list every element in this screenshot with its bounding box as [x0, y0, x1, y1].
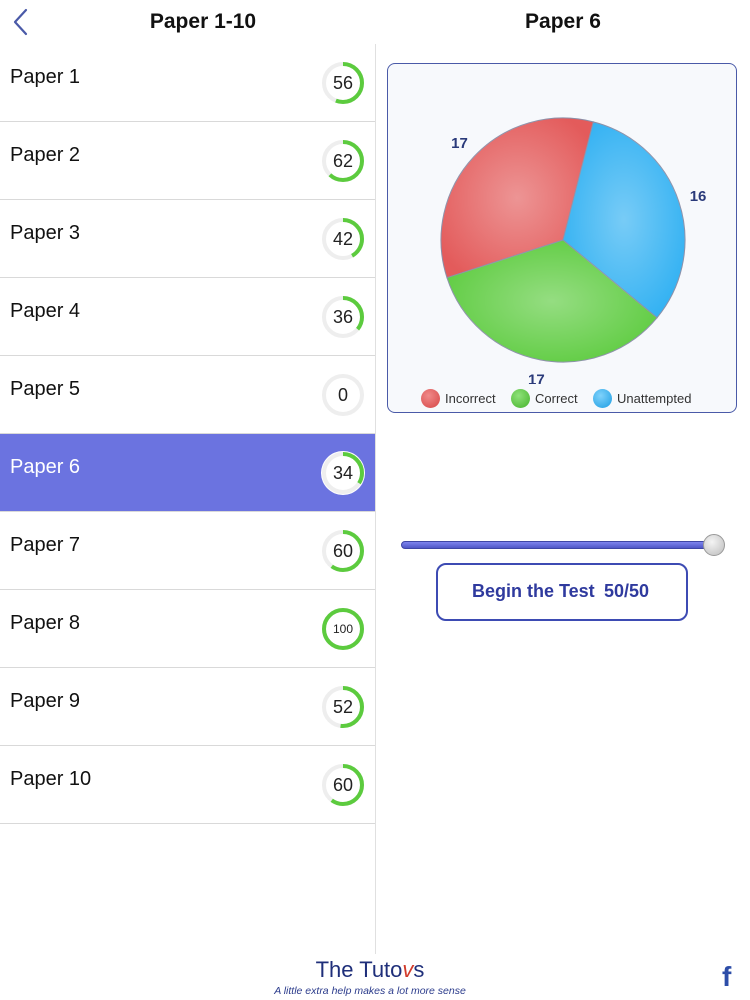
legend-swatch-unattempted — [593, 389, 612, 408]
paper-row[interactable]: Paper 4 36 — [0, 278, 375, 356]
paper-score: 36 — [332, 307, 354, 327]
paper-label: Paper 6 — [10, 456, 81, 478]
logo-title: The Tutovs — [250, 957, 490, 983]
score-progress-ring: 100 — [321, 607, 365, 651]
paper-label: Paper 2 — [10, 144, 81, 166]
paper-row[interactable]: Paper 5 0 — [0, 356, 375, 434]
question-count-slider[interactable] — [401, 533, 726, 557]
paper-row[interactable]: Paper 10 60 — [0, 746, 375, 824]
results-chart-card: 17 16 17 Incorrect Correct Unattempted — [387, 63, 737, 413]
split-divider — [375, 44, 376, 954]
paper-row[interactable]: Paper 1 56 — [0, 44, 375, 122]
begin-test-label: Begin the Test — [472, 581, 595, 601]
legend-swatch-incorrect — [421, 389, 440, 408]
paper-label: Paper 5 — [10, 378, 81, 400]
detail-title: Paper 6 — [525, 10, 601, 33]
question-count-label: 50/50 — [604, 581, 650, 601]
logo-text-suffix: s — [413, 957, 425, 982]
pie-chart: 17 16 17 — [440, 117, 707, 384]
paper-row[interactable]: Paper 2 62 — [0, 122, 375, 200]
legend-label-incorrect: Incorrect — [445, 391, 496, 406]
score-progress-ring: 60 — [321, 763, 365, 807]
paper-label: Paper 7 — [10, 534, 81, 556]
paper-label: Paper 8 — [10, 612, 81, 634]
logo-text-prefix: The Tuto — [315, 957, 403, 982]
paper-label: Paper 1 — [10, 66, 81, 88]
slider-track[interactable] — [401, 541, 713, 549]
paper-score: 60 — [332, 775, 354, 795]
facebook-icon[interactable]: f — [722, 962, 740, 992]
paper-score: 52 — [332, 697, 354, 717]
score-progress-ring: 56 — [321, 61, 365, 105]
header-bar: Paper 1-10 Paper 6 — [0, 0, 750, 44]
slider-thumb[interactable] — [703, 534, 725, 556]
paper-score: 34 — [332, 463, 354, 483]
paper-score: 56 — [332, 73, 354, 93]
paper-row[interactable]: Paper 3 42 — [0, 200, 375, 278]
score-progress-ring: 62 — [321, 139, 365, 183]
list-title: Paper 1-10 — [149, 10, 257, 33]
paper-score: 60 — [332, 541, 354, 561]
paper-row[interactable]: Paper 9 52 — [0, 668, 375, 746]
legend-label-correct: Correct — [535, 391, 578, 406]
paper-row[interactable]: Paper 8 100 — [0, 590, 375, 668]
paper-label: Paper 3 — [10, 222, 81, 244]
chart-legend: Incorrect Correct Unattempted — [388, 388, 738, 410]
pie-value-label: 16 — [690, 188, 707, 205]
legend-swatch-correct — [511, 389, 530, 408]
score-progress-ring: 36 — [321, 295, 365, 339]
score-progress-ring: 42 — [321, 217, 365, 261]
paper-list: Paper 1 56 Paper 2 62 Paper 3 42 Paper 4 36 Pape… — [0, 44, 375, 824]
score-progress-ring: 60 — [321, 529, 365, 573]
logo-tagline: A little extra help makes a lot more sen… — [274, 985, 466, 997]
paper-row[interactable]: Paper 6 34 — [0, 434, 375, 512]
paper-label: Paper 4 — [10, 300, 81, 322]
paper-row[interactable]: Paper 7 60 — [0, 512, 375, 590]
score-progress-ring: 52 — [321, 685, 365, 729]
score-progress-ring: 0 — [321, 373, 365, 417]
paper-score: 42 — [332, 229, 354, 249]
paper-score: 0 — [337, 385, 348, 405]
paper-score: 100 — [332, 622, 354, 636]
tutors-logo: The Tutovs A little extra help makes a l… — [250, 957, 490, 999]
paper-label: Paper 9 — [10, 690, 81, 712]
paper-label: Paper 10 — [10, 768, 92, 790]
score-progress-ring: 34 — [321, 451, 365, 495]
logo-text-v: v — [402, 957, 414, 982]
pie-value-label: 17 — [451, 135, 468, 152]
begin-test-button[interactable]: Begin the Test 50/50 — [436, 563, 688, 621]
pie-value-label: 17 — [528, 371, 545, 384]
legend-label-unattempted: Unattempted — [617, 391, 692, 406]
paper-score: 62 — [332, 151, 354, 171]
